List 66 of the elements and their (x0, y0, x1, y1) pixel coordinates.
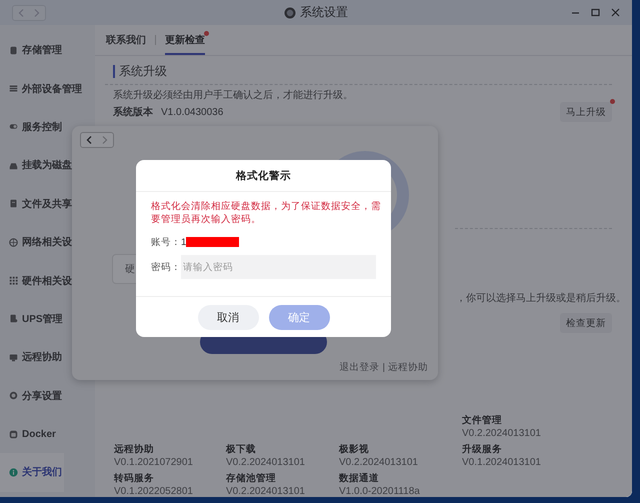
drive-icon (9, 160, 18, 170)
window-title: 系统设置 (300, 4, 348, 21)
app-version: V0.2.2024013101 (226, 486, 306, 497)
password-field[interactable]: 请输入密码 (181, 255, 376, 279)
app-version: V0.1.2021072901 (114, 457, 194, 468)
check-update-button[interactable]: 检查更新 (560, 313, 612, 333)
sidebar-item[interactable]: 网络相关设 (0, 222, 74, 262)
upgrade-button[interactable]: 马上升级 (560, 102, 612, 122)
description-text: 系统升级必须经由用户手工确认之后，才能进行升级。 (113, 90, 354, 102)
dialog-title: 格式化警示 (136, 160, 391, 192)
monitor-icon (9, 352, 18, 362)
sidebar-item[interactable]: 服务控制 (0, 108, 64, 146)
account-label: 账号： (151, 236, 181, 248)
redaction-mark (186, 237, 240, 247)
app-name: 远程协助 (114, 443, 155, 456)
link[interactable]: 远程协助 (388, 361, 428, 374)
chevron-left-icon (86, 136, 92, 144)
sidebar-item[interactable]: 外部设备管理 (0, 69, 84, 108)
maximize-icon (590, 8, 600, 17)
sidebar-item[interactable]: 挂载为磁盘 (0, 146, 74, 185)
globe-icon (9, 238, 18, 247)
toggle-icon (9, 122, 18, 132)
version-value: V1.0.0430036 (161, 106, 224, 118)
app-name: 文件管理 (462, 414, 503, 427)
app-version: V0.2.2024013101 (339, 457, 419, 468)
warning-text: 格式化会清除相应硬盘数据，为了保证数据安全，需要管理员再次输入密码。 (151, 200, 381, 226)
link[interactable]: 退出登录 (340, 361, 380, 374)
app-version: V0.1.2024013101 (462, 457, 542, 468)
grid-icon (9, 276, 18, 286)
database-icon (9, 46, 18, 55)
password-label: 密码： (151, 260, 181, 274)
sidebar-item[interactable]: Docker (0, 414, 58, 454)
tab[interactable]: 联系我们 (106, 25, 146, 55)
app-name: 极下载 (226, 443, 257, 456)
close-icon (610, 8, 620, 17)
chevron-left-icon (18, 8, 24, 16)
sidebar-item[interactable]: 硬件相关设 (0, 261, 74, 300)
section-heading: 系统升级 (113, 65, 612, 78)
sidebar-item[interactable]: 文件及共享 (0, 184, 74, 223)
app-name: 升级服务 (462, 443, 503, 456)
list-icon (9, 84, 18, 94)
sidebar-item[interactable]: 分享设置 (0, 376, 64, 415)
chevron-right-icon (34, 8, 40, 16)
app-version: V0.2.2024013101 (462, 428, 542, 439)
app-name: 极影视 (339, 443, 370, 456)
sidebar-item[interactable]: UPS管理 (0, 300, 65, 338)
account-value: 1 (181, 236, 186, 248)
ring-icon (9, 391, 18, 400)
version-label: 系统版本 (113, 106, 153, 119)
app-icon (284, 6, 296, 18)
chevron-right-icon (102, 136, 108, 144)
app-name: 存储池管理 (226, 472, 277, 485)
link-separator: | (382, 362, 385, 373)
app-name: 数据通道 (339, 472, 380, 485)
sidebar-item[interactable]: 存储管理 (0, 31, 64, 70)
info-icon (9, 468, 18, 477)
sidebar-item[interactable]: 远程协助 (0, 338, 64, 377)
app-version: V0.1.2022052801 (114, 486, 194, 497)
app-version: V0.2.2024013101 (226, 457, 306, 468)
cancel-button[interactable]: 取消 (198, 304, 258, 330)
tab[interactable]: 更新检查 (165, 25, 205, 55)
box-icon (9, 430, 18, 439)
sidebar-item[interactable]: 关于我们 (0, 453, 64, 492)
upgrade-note: ，你可以选择马上升级或是稍后升级。 (456, 292, 626, 305)
app-name: 转码服务 (114, 472, 155, 485)
app-version: V1.0.0-20201118a (339, 486, 421, 497)
